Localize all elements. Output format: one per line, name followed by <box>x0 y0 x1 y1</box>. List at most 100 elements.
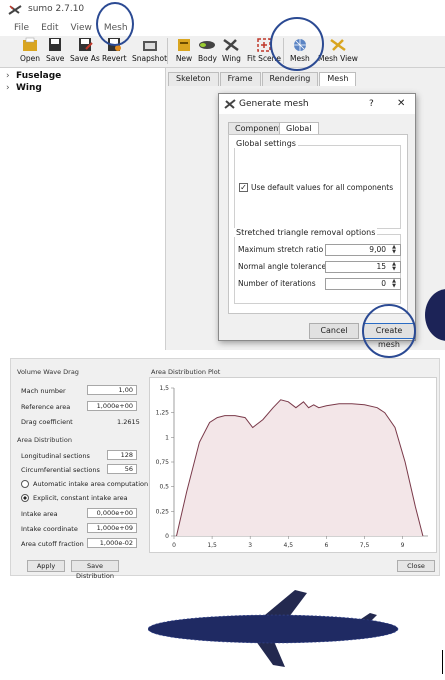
dialog-title: Generate mesh <box>239 99 309 109</box>
drag-coefficient-value: 1.2615 <box>117 418 140 426</box>
component-tree: › Fuselage › Wing <box>0 68 166 350</box>
wave-drag-title: Volume Wave Drag <box>17 368 79 376</box>
spin-arrows-icon[interactable]: ▲ ▼ <box>389 262 399 272</box>
open-button[interactable]: Open <box>20 37 40 67</box>
x-tick-label: 0 <box>172 542 176 549</box>
spin-arrows-icon[interactable]: ▲ ▼ <box>389 279 399 289</box>
save-icon <box>46 37 64 53</box>
mach-label: Mach number <box>21 387 66 395</box>
longitudinal-input[interactable]: 128 <box>107 450 137 460</box>
mesh-view-icon <box>329 37 347 53</box>
y-tick-label: 1 <box>165 434 169 441</box>
wing-icon <box>222 37 240 53</box>
annotation-circle-mesh-menu <box>96 2 134 46</box>
x-tick-label: 7,5 <box>360 542 370 549</box>
reference-area-input[interactable]: 1,000e+00 <box>87 401 137 411</box>
apply-button[interactable]: Apply <box>27 560 65 572</box>
title-bar: sumo 2.7.10 <box>0 0 445 20</box>
tab-skeleton[interactable]: Skeleton <box>168 72 219 86</box>
y-tick-label: 1,5 <box>159 385 169 392</box>
aircraft-mesh-render <box>147 590 399 667</box>
tab-mesh[interactable]: Mesh <box>319 72 357 86</box>
wave-drag-window: Volume Wave Drag Mach number 1,00 Refere… <box>10 358 440 580</box>
mesh-model-preview <box>425 289 445 341</box>
toolbar-separator <box>167 38 168 64</box>
default-values-checkbox[interactable]: ✓ <box>239 183 248 192</box>
sumo-logo-icon <box>8 5 22 15</box>
chart-title: Area Distribution Plot <box>151 368 221 376</box>
global-tab-pane: Global settings ✓ Use default values for… <box>228 134 408 314</box>
close-button[interactable]: Close <box>397 560 435 572</box>
area-cutoff-input[interactable]: 1,000e-02 <box>87 538 137 548</box>
close-button[interactable]: ✕ <box>397 98 405 109</box>
intake-area-label: Intake area <box>21 510 58 518</box>
new-button[interactable]: New <box>175 37 193 67</box>
save-as-icon <box>76 37 94 53</box>
tab-frame[interactable]: Frame <box>219 72 261 86</box>
automatic-intake-radio[interactable] <box>21 480 29 488</box>
y-tick-label: 1,25 <box>156 410 170 417</box>
drag-coefficient-label: Drag coefficient <box>21 418 73 426</box>
intake-coordinate-input[interactable]: 1,000e+09 <box>87 523 137 533</box>
menu-file[interactable]: File <box>14 23 29 33</box>
tab-rendering[interactable]: Rendering <box>261 72 319 86</box>
mesh-view-button[interactable]: Mesh View <box>318 37 358 67</box>
view-tabs: Skeleton Frame Rendering Mesh <box>168 72 357 86</box>
cancel-button[interactable]: Cancel <box>309 323 359 339</box>
circumferential-input[interactable]: 56 <box>107 464 137 474</box>
annotation-circle-create-mesh <box>362 304 416 358</box>
default-values-label: Use default values for all components <box>251 183 394 192</box>
new-icon <box>175 37 193 53</box>
area-distribution-plot: 0 0,25 0,5 0,75 1 1,25 1,5 0 1,5 3 4,5 6 7,5 9 <box>149 377 437 553</box>
tab-global[interactable]: Global <box>279 122 319 134</box>
max-stretch-spinbox[interactable]: 9,00 ▲ ▼ <box>325 244 401 256</box>
save-as-button[interactable]: Save As <box>70 37 100 67</box>
sumo-logo-icon <box>224 99 236 109</box>
snapshot-button[interactable]: Snapshot <box>132 37 167 67</box>
iterations-label: Number of iterations <box>238 279 316 288</box>
chevron-right-icon: › <box>6 71 10 81</box>
global-settings-title: Global settings <box>234 139 298 148</box>
sumo-window: sumo 2.7.10 File Edit View Mesh Open Sav… <box>0 0 445 350</box>
chevron-right-icon: › <box>6 83 10 93</box>
longitudinal-label: Longitudinal sections <box>21 452 90 460</box>
save-distribution-button[interactable]: Save Distribution <box>71 560 119 580</box>
automatic-intake-label: Automatic intake area computation <box>33 480 149 488</box>
intake-area-input[interactable]: 0,000e+00 <box>87 508 137 518</box>
area-cutoff-label: Area cutoff fraction <box>21 540 84 548</box>
spin-arrows-icon[interactable]: ▲ ▼ <box>389 245 399 255</box>
stretched-options-title: Stretched triangle removal options <box>234 228 378 237</box>
y-tick-label: 0,25 <box>156 508 170 515</box>
explicit-intake-label: Explicit, constant intake area <box>33 494 128 502</box>
explicit-intake-radio[interactable] <box>21 494 29 502</box>
iterations-spinbox[interactable]: 0 ▲ ▼ <box>325 278 401 290</box>
x-tick-label: 1,5 <box>207 542 217 549</box>
save-button[interactable]: Save <box>46 37 64 67</box>
y-tick-label: 0 <box>165 533 169 540</box>
help-button[interactable]: ? <box>369 99 374 109</box>
tree-item-wing[interactable]: › Wing <box>6 83 42 93</box>
x-tick-label: 9 <box>401 542 405 549</box>
reference-area-label: Reference area <box>21 403 71 411</box>
body-icon <box>198 37 216 53</box>
x-tick-label: 3 <box>248 542 252 549</box>
menu-edit[interactable]: Edit <box>41 23 58 33</box>
normal-angle-spinbox[interactable]: 15 ▲ ▼ <box>325 261 401 273</box>
text-cursor <box>442 650 443 674</box>
camera-icon <box>141 37 159 53</box>
y-tick-label: 0,75 <box>156 459 170 466</box>
area-plot-svg: 0 0,25 0,5 0,75 1 1,25 1,5 0 1,5 3 4,5 6 7,5 9 <box>156 385 428 549</box>
app-title: sumo 2.7.10 <box>28 4 85 14</box>
circumferential-label: Circumferential sections <box>21 466 100 474</box>
wing-button[interactable]: Wing <box>222 37 241 67</box>
folder-icon <box>21 37 39 53</box>
body-button[interactable]: Body <box>198 37 217 67</box>
menu-view[interactable]: View <box>71 23 92 33</box>
annotation-circle-mesh-button <box>270 17 324 71</box>
mach-input[interactable]: 1,00 <box>87 385 137 395</box>
normal-angle-label: Normal angle tolerance <box>238 262 327 271</box>
y-tick-label: 0,5 <box>159 484 169 491</box>
menu-bar: File Edit View Mesh <box>0 20 445 36</box>
tree-item-fuselage[interactable]: › Fuselage <box>6 71 61 81</box>
area-distribution-title: Area Distribution <box>17 436 72 444</box>
